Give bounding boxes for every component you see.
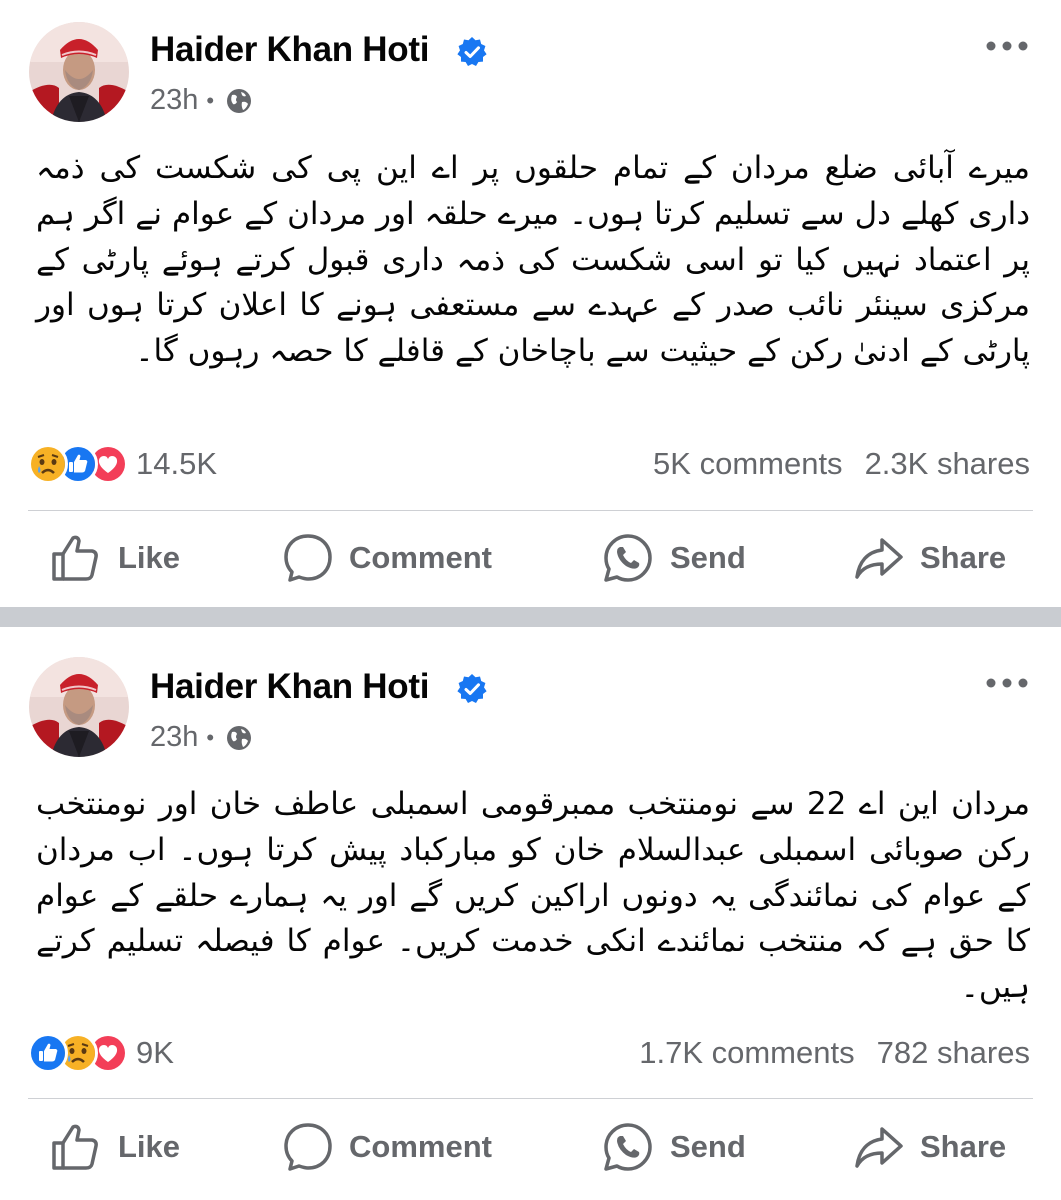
comments-count[interactable]: 5K comments: [653, 446, 843, 481]
post-meta: 23h •: [150, 84, 254, 117]
send-label: Send: [670, 540, 746, 575]
meta-separator: •: [206, 724, 215, 750]
share-button[interactable]: Share: [854, 1117, 1006, 1177]
author-name[interactable]: Haider Khan Hoti: [150, 30, 429, 70]
engagement-stats: 5K comments 2.3K shares: [653, 446, 1030, 482]
post-card: Haider Khan Hoti 23h • مردان این اے 22 س…: [0, 627, 1061, 1200]
feed-separator: [0, 607, 1061, 627]
comment-button[interactable]: Comment: [283, 528, 492, 588]
thumbs-up-icon: [52, 535, 98, 581]
thumbs-up-icon: [52, 1124, 98, 1170]
action-bar: Like Comment Send Share: [0, 1117, 1061, 1177]
post-text: میرے آبائی ضلع مردان کے تمام حلقوں پر اے…: [36, 150, 1030, 370]
share-button[interactable]: Share: [854, 528, 1006, 588]
speech-bubble-icon: [284, 1123, 332, 1171]
whatsapp-icon: [604, 534, 652, 582]
divider: [28, 1098, 1033, 1099]
comments-count[interactable]: 1.7K comments: [639, 1035, 854, 1070]
like-button[interactable]: Like: [50, 1117, 180, 1177]
avatar[interactable]: [29, 22, 129, 122]
engagement-stats: 1.7K comments 782 shares: [639, 1035, 1030, 1071]
author-name[interactable]: Haider Khan Hoti: [150, 667, 429, 707]
like-button[interactable]: Like: [50, 528, 180, 588]
globe-icon[interactable]: [224, 723, 254, 753]
globe-icon[interactable]: [224, 86, 254, 116]
speech-bubble-icon: [284, 534, 332, 582]
divider: [28, 510, 1033, 511]
meta-separator: •: [206, 87, 215, 113]
comment-label: Comment: [349, 540, 492, 575]
avatar[interactable]: [29, 657, 129, 757]
share-arrow-icon: [855, 1127, 903, 1168]
post-meta: 23h •: [150, 721, 254, 754]
like-label: Like: [118, 1129, 181, 1164]
share-label: Share: [920, 540, 1007, 575]
more-options-icon[interactable]: [984, 671, 1030, 695]
shares-count[interactable]: 782 shares: [877, 1035, 1030, 1070]
comment-button[interactable]: Comment: [283, 1117, 492, 1177]
like-reaction-icon: [28, 1033, 68, 1073]
post-text: مردان این اے 22 سے نومنتخب ممبرقومی اسمب…: [36, 786, 1030, 1006]
reaction-count: 9K: [136, 1035, 174, 1070]
send-button[interactable]: Send: [602, 528, 746, 588]
sad-reaction-icon: [28, 444, 68, 484]
post-card: Haider Khan Hoti 23h • میرے آبائی ضلع مر…: [0, 0, 1061, 607]
comment-label: Comment: [349, 1129, 492, 1164]
share-label: Share: [920, 1129, 1007, 1164]
action-bar: Like Comment Send Share: [0, 528, 1061, 588]
more-options-icon[interactable]: [984, 34, 1030, 58]
verified-badge-icon: [456, 36, 488, 68]
send-label: Send: [670, 1129, 746, 1164]
post-timestamp[interactable]: 23h: [150, 84, 198, 117]
like-label: Like: [118, 540, 181, 575]
reaction-count: 14.5K: [136, 446, 218, 481]
shares-count[interactable]: 2.3K shares: [865, 446, 1030, 481]
share-arrow-icon: [855, 538, 903, 579]
post-timestamp[interactable]: 23h: [150, 721, 198, 754]
verified-badge-icon: [456, 673, 488, 705]
reaction-summary[interactable]: 14.5K: [28, 442, 217, 486]
send-button[interactable]: Send: [602, 1117, 746, 1177]
whatsapp-icon: [604, 1123, 652, 1171]
reaction-summary[interactable]: 9K: [28, 1031, 174, 1075]
